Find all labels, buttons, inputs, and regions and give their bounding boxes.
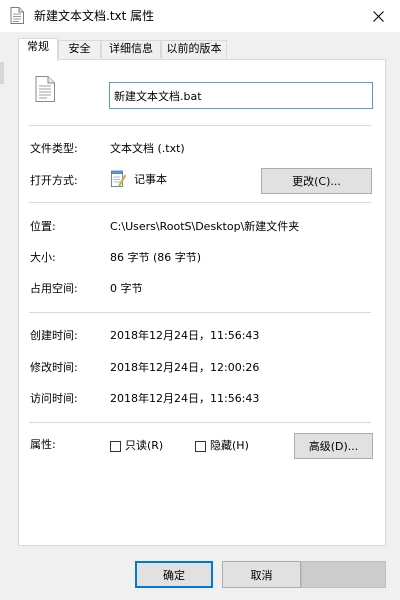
- divider: [29, 312, 371, 313]
- size-label: 大小:: [30, 251, 56, 264]
- close-button[interactable]: [356, 0, 400, 32]
- accessed-label: 访问时间:: [30, 392, 78, 405]
- divider: [29, 125, 371, 126]
- opens-with-value: 记事本: [134, 173, 167, 186]
- created-label: 创建时间:: [30, 329, 78, 342]
- tab-label: 安全: [68, 42, 91, 55]
- general-panel: 文件类型: 文本文档 (.txt) 打开方式: 记事本 更改(C)... 位置:…: [18, 59, 386, 546]
- tab-label: 以前的版本: [166, 42, 222, 55]
- created-value: 2018年12月24日，11:56:43: [110, 329, 260, 342]
- properties-dialog: 新建文本文档.txt 属性 常规 安全 详细信息 以前的版本 新建文本文档.ba…: [0, 0, 400, 600]
- location-value: C:\Users\RootS\Desktop\新建文件夹: [110, 220, 300, 233]
- readonly-checkbox[interactable]: [110, 441, 121, 452]
- tab-previous-versions[interactable]: 以前的版本: [161, 40, 227, 58]
- tab-label: 常规: [27, 40, 49, 53]
- title-bar[interactable]: 新建文本文档.txt 属性: [0, 0, 400, 32]
- cancel-button[interactable]: 取消: [222, 561, 301, 588]
- divider: [29, 422, 371, 423]
- notepad-icon: [111, 170, 126, 187]
- tab-security[interactable]: 安全: [58, 40, 101, 58]
- file-type-label: 文件类型:: [30, 142, 78, 155]
- document-icon: [10, 7, 24, 24]
- attributes-label: 属性:: [30, 438, 56, 451]
- apply-button: [301, 561, 386, 588]
- filename-input[interactable]: [109, 82, 373, 109]
- ok-button[interactable]: 确定: [135, 561, 213, 588]
- divider: [29, 202, 371, 203]
- opens-with-label: 打开方式:: [30, 174, 78, 187]
- size-value: 86 字节 (86 字节): [110, 251, 202, 264]
- advanced-button[interactable]: 高级(D)...: [294, 433, 373, 459]
- tab-details[interactable]: 详细信息: [101, 40, 161, 58]
- window-title: 新建文本文档.txt 属性: [34, 9, 155, 23]
- change-button[interactable]: 更改(C)...: [261, 168, 372, 194]
- size-on-disk-value: 0 字节: [110, 282, 143, 295]
- readonly-label: 只读(R): [125, 439, 164, 452]
- background-window-edge: [0, 62, 4, 84]
- accessed-value: 2018年12月24日，11:56:43: [110, 392, 260, 405]
- tab-general[interactable]: 常规: [18, 38, 58, 61]
- modified-label: 修改时间:: [30, 361, 78, 374]
- size-on-disk-label: 占用空间:: [30, 282, 78, 295]
- tab-label: 详细信息: [109, 42, 153, 55]
- text-file-icon: [35, 76, 55, 102]
- location-label: 位置:: [30, 220, 56, 233]
- modified-value: 2018年12月24日，12:00:26: [110, 361, 260, 374]
- hidden-checkbox[interactable]: [195, 441, 206, 452]
- close-icon: [372, 10, 384, 22]
- hidden-label: 隐藏(H): [210, 439, 249, 452]
- file-type-value: 文本文档 (.txt): [110, 142, 185, 155]
